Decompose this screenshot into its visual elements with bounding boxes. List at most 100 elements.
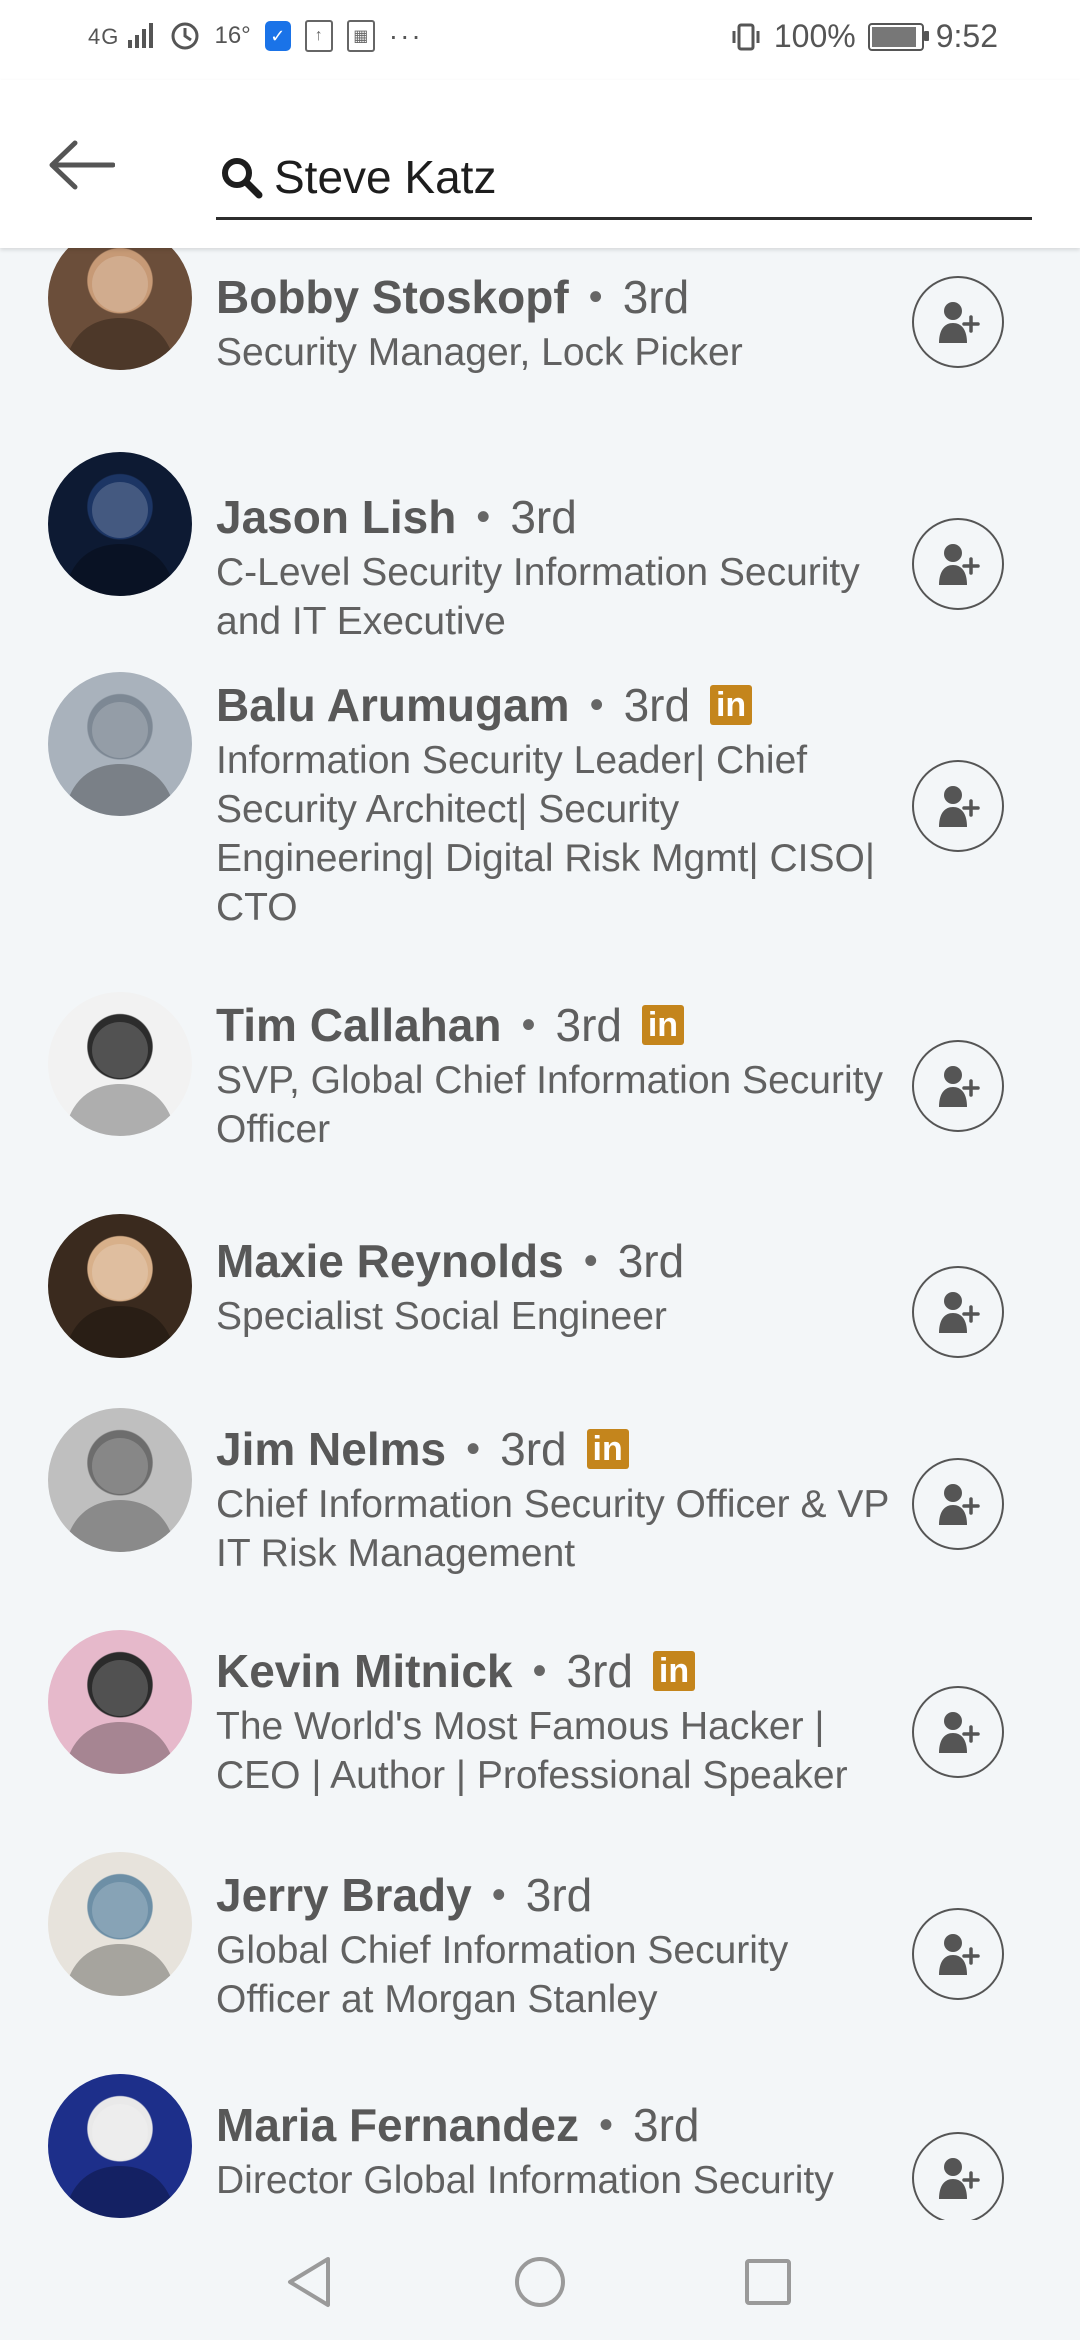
search-result-row[interactable]: Maxie Reynolds • 3rd Specialist Social Engi… [0, 1214, 1080, 1434]
linkedin-premium-icon: in [710, 685, 753, 725]
result-headline: The World's Most Famous Hacker | CEO | A… [216, 1705, 848, 1797]
add-person-icon [939, 1934, 980, 1975]
avatar[interactable] [48, 1214, 192, 1358]
connection-degree: 3rd [633, 2099, 700, 2151]
bullet-separator: • [476, 494, 491, 539]
search-header: Steve Katz [0, 80, 1080, 248]
clock-time: 9:52 [935, 18, 998, 54]
result-name-line: Balu Arumugam • 3rd in [216, 678, 753, 732]
bullet-separator: • [466, 1426, 481, 1471]
add-person-icon [939, 1066, 980, 1107]
add-person-icon [939, 544, 980, 585]
bullet-separator: • [583, 1238, 598, 1283]
bullet-separator: • [599, 2102, 614, 2147]
status-bar: 4G 16° ✓ ↑ ▦ ··· 100% 9:52 [0, 0, 1080, 80]
battery-percent: 100% [773, 18, 856, 54]
search-query: Steve Katz [274, 150, 497, 203]
result-name-line: Maxie Reynolds • 3rd [216, 1234, 684, 1288]
nav-home-icon [515, 2257, 565, 2307]
result-headline: Information Security Leader| Chief Secur… [216, 739, 875, 929]
connection-degree: 3rd [500, 1423, 567, 1475]
person-avatar-icon [64, 1022, 176, 1136]
bullet-separator: • [491, 1872, 506, 1917]
shield-icon: ✓ [264, 21, 291, 51]
connection-degree: 3rd [525, 1869, 593, 1921]
linkedin-premium-icon: in [586, 1429, 629, 1469]
connect-button[interactable] [912, 1908, 1004, 2000]
connect-button[interactable] [912, 276, 1004, 368]
search-result-row[interactable]: Balu Arumugam • 3rd in Information Security … [0, 666, 1080, 929]
search-result-row[interactable]: Kevin Mitnick • 3rd in The World's Most Famo… [0, 1628, 1080, 1848]
result-headline: Director Global Information Security [216, 2159, 834, 2202]
result-headline: Specialist Social Engineer [216, 1295, 667, 1338]
result-name-line: Bobby Stoskopf • 3rd [216, 270, 689, 324]
result-name[interactable]: Tim Callahan [216, 998, 501, 1052]
result-name-line: Jim Nelms • 3rd in [216, 1422, 629, 1476]
result-headline: Global Chief Information Security Office… [216, 1929, 789, 2021]
person-avatar-icon [64, 1660, 176, 1774]
person-avatar-icon [64, 1882, 176, 1996]
connect-button[interactable] [912, 1266, 1004, 1358]
more-notifications-icon: ··· [388, 20, 423, 51]
nav-back-button[interactable] [281, 2254, 337, 2310]
result-name[interactable]: Maria Fernandez [216, 2098, 579, 2152]
search-result-row[interactable]: Jim Nelms • 3rd in Chief Information Securit… [0, 1406, 1080, 1626]
search-result-row[interactable]: Jerry Brady • 3rd Global Chief Information … [0, 1852, 1080, 2072]
add-person-icon [939, 1484, 980, 1525]
connect-button[interactable] [912, 1686, 1004, 1778]
avatar[interactable] [48, 672, 192, 816]
search-icon [216, 152, 266, 202]
search-result-row[interactable]: Bobby Stoskopf • 3rd Security Manager, Lock… [0, 226, 1080, 466]
avatar[interactable] [48, 1852, 192, 1996]
add-person-icon [939, 2158, 980, 2199]
connection-degree: 3rd [623, 679, 691, 731]
result-name-line: Jason Lish • 3rd [216, 490, 577, 544]
result-name[interactable]: Jerry Brady [216, 1868, 472, 1922]
calendar-icon: ▦ [346, 20, 375, 52]
signal-icon: 4G [88, 22, 156, 50]
connection-degree: 3rd [617, 1235, 685, 1287]
connect-button[interactable] [912, 518, 1004, 610]
linkedin-premium-icon: in [641, 1005, 684, 1045]
network-label: 4G [88, 24, 120, 49]
avatar[interactable] [48, 452, 192, 596]
result-headline: C-Level Security Information Security an… [216, 551, 860, 643]
connect-button[interactable] [912, 1040, 1004, 1132]
result-name[interactable]: Kevin Mitnick [216, 1644, 513, 1698]
connect-button[interactable] [912, 760, 1004, 852]
result-name[interactable]: Jason Lish [216, 490, 456, 544]
back-button[interactable] [46, 130, 116, 200]
bullet-separator: • [532, 1648, 547, 1693]
person-avatar-icon [64, 1244, 176, 1358]
connect-button[interactable] [912, 1458, 1004, 1550]
avatar[interactable] [48, 1630, 192, 1774]
search-result-row[interactable]: Jason Lish • 3rd C-Level Security Informati… [0, 450, 1080, 670]
add-person-icon [939, 302, 980, 343]
avatar[interactable] [48, 992, 192, 1136]
result-name[interactable]: Jim Nelms [216, 1422, 446, 1476]
person-avatar-icon [64, 2104, 176, 2218]
person-avatar-icon [64, 702, 176, 816]
result-name-line: Tim Callahan • 3rd in [216, 998, 684, 1052]
avatar[interactable] [48, 1408, 192, 1552]
nav-recents-button[interactable] [740, 2254, 796, 2310]
result-name-line: Maria Fernandez • 3rd [216, 2098, 700, 2152]
avatar[interactable] [48, 2074, 192, 2218]
nav-back-icon [288, 2257, 330, 2307]
search-result-row[interactable]: Tim Callahan • 3rd in SVP, Global Chief Info… [0, 988, 1080, 1208]
nav-home-button[interactable] [512, 2254, 568, 2310]
result-headline: Security Manager, Lock Picker [216, 331, 743, 374]
search-input[interactable]: Steve Katz [216, 136, 1032, 220]
linkedin-premium-icon: in [653, 1651, 696, 1691]
result-headline: Chief Information Security Officer & VP … [216, 1483, 889, 1575]
result-name[interactable]: Maxie Reynolds [216, 1234, 564, 1288]
status-bar-left: 4G 16° ✓ ↑ ▦ ··· [88, 20, 423, 52]
connect-button[interactable] [912, 2132, 1004, 2224]
temperature: 16° [214, 22, 251, 49]
upload-icon: ↑ [304, 20, 333, 52]
result-name[interactable]: Balu Arumugam [216, 678, 570, 732]
add-person-icon [939, 1712, 980, 1753]
status-bar-right: 100% 9:52 [730, 18, 998, 55]
battery-icon [867, 22, 929, 51]
result-name[interactable]: Bobby Stoskopf [216, 270, 569, 324]
